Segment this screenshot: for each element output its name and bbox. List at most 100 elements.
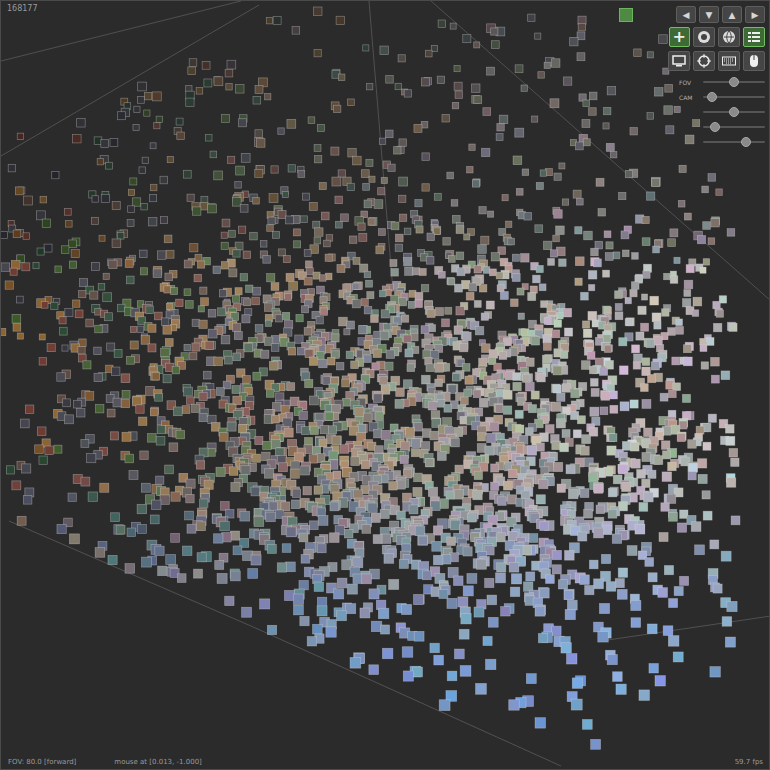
thumbnail[interactable] xyxy=(320,308,327,315)
thumbnail[interactable] xyxy=(176,430,185,439)
thumbnail[interactable] xyxy=(234,332,242,340)
thumbnail[interactable] xyxy=(291,461,300,470)
thumbnail[interactable] xyxy=(637,470,646,479)
thumbnail[interactable] xyxy=(395,234,403,242)
thumbnail[interactable] xyxy=(165,273,173,281)
thumbnail[interactable] xyxy=(606,242,613,249)
thumbnail[interactable] xyxy=(235,182,242,189)
thumbnail[interactable] xyxy=(366,280,373,287)
thumbnail[interactable] xyxy=(66,221,73,228)
thumbnail[interactable] xyxy=(146,306,154,314)
thumbnail[interactable] xyxy=(622,482,631,491)
thumbnail[interactable] xyxy=(222,219,230,227)
thumbnail[interactable] xyxy=(232,386,240,394)
thumbnail[interactable] xyxy=(321,212,329,220)
thumbnail[interactable] xyxy=(199,320,207,328)
thumbnail[interactable] xyxy=(233,250,240,257)
thumbnail[interactable] xyxy=(415,300,423,308)
thumbnail[interactable] xyxy=(55,266,62,273)
thumbnail[interactable] xyxy=(422,184,429,191)
thumbnail[interactable] xyxy=(668,239,676,247)
thumbnail[interactable] xyxy=(241,153,250,162)
thumbnail[interactable] xyxy=(331,334,339,342)
thumbnail[interactable] xyxy=(314,145,321,152)
thumbnail[interactable] xyxy=(24,196,33,205)
thumbnail[interactable] xyxy=(127,220,134,227)
thumbnail[interactable] xyxy=(482,148,490,156)
thumbnail[interactable] xyxy=(381,430,390,439)
thumbnail[interactable] xyxy=(575,142,583,150)
thumbnail[interactable] xyxy=(325,254,332,261)
thumbnail[interactable] xyxy=(644,428,653,437)
thumbnail[interactable] xyxy=(271,283,279,291)
thumbnail[interactable] xyxy=(96,404,104,412)
thumbnail[interactable] xyxy=(193,207,201,215)
thumbnail[interactable] xyxy=(78,347,85,354)
thumbnail[interactable] xyxy=(363,183,370,190)
thumbnail[interactable] xyxy=(422,153,430,161)
thumbnail[interactable] xyxy=(79,290,86,297)
thumbnail[interactable] xyxy=(221,232,227,238)
thumbnail[interactable] xyxy=(22,464,31,473)
thumbnail[interactable] xyxy=(516,188,523,195)
thumbnail[interactable] xyxy=(253,96,261,104)
thumbnail[interactable] xyxy=(351,457,360,466)
thumbnail[interactable] xyxy=(674,106,680,112)
thumbnail[interactable] xyxy=(404,90,411,97)
thumbnail[interactable] xyxy=(489,349,498,358)
thumbnail[interactable] xyxy=(256,139,265,148)
thumbnail[interactable] xyxy=(599,367,607,375)
thumbnail[interactable] xyxy=(672,357,680,365)
thumbnail[interactable] xyxy=(415,199,422,206)
thumbnail[interactable] xyxy=(496,390,504,398)
thumbnail[interactable] xyxy=(208,309,216,317)
thumbnail[interactable] xyxy=(342,398,350,406)
thumbnail[interactable] xyxy=(454,284,462,292)
thumbnail[interactable] xyxy=(141,336,150,345)
thumbnail[interactable] xyxy=(394,147,401,154)
thumbnail[interactable] xyxy=(701,362,708,369)
thumbnail[interactable] xyxy=(662,451,670,459)
thumbnail[interactable] xyxy=(564,328,572,336)
thumbnail[interactable] xyxy=(83,361,91,369)
thumbnail[interactable] xyxy=(550,99,559,108)
thumbnail[interactable] xyxy=(553,235,560,242)
thumbnail[interactable] xyxy=(134,106,140,112)
thumbnail[interactable] xyxy=(376,246,384,254)
thumbnail[interactable] xyxy=(206,135,212,141)
thumbnail[interactable] xyxy=(278,128,284,134)
thumbnail[interactable] xyxy=(372,363,379,370)
thumbnail[interactable] xyxy=(459,343,467,351)
thumbnail[interactable] xyxy=(386,350,394,358)
thumbnail[interactable] xyxy=(184,387,193,396)
thumbnail[interactable] xyxy=(388,164,395,171)
thumbnail[interactable] xyxy=(154,312,162,320)
thumbnail[interactable] xyxy=(140,268,147,275)
thumbnail[interactable] xyxy=(189,59,197,67)
thumbnail[interactable] xyxy=(630,290,637,297)
thumbnail[interactable] xyxy=(161,318,168,325)
thumbnail[interactable] xyxy=(419,268,426,275)
thumbnail[interactable] xyxy=(81,439,89,447)
thumbnail[interactable] xyxy=(122,432,131,441)
thumbnail[interactable] xyxy=(566,465,575,474)
thumbnail[interactable] xyxy=(532,116,538,122)
thumbnail[interactable] xyxy=(226,84,232,90)
thumbnail[interactable] xyxy=(37,248,44,255)
thumbnail[interactable] xyxy=(619,338,627,346)
thumbnail[interactable] xyxy=(33,263,39,269)
thumbnail[interactable] xyxy=(683,357,692,366)
thumbnail[interactable] xyxy=(150,184,156,190)
thumbnail[interactable] xyxy=(633,362,640,369)
thumbnail[interactable] xyxy=(428,487,437,496)
thumbnail[interactable] xyxy=(77,119,86,128)
thumbnail[interactable] xyxy=(692,310,699,317)
thumbnail[interactable] xyxy=(686,265,694,273)
thumbnail[interactable] xyxy=(163,326,172,335)
thumbnail[interactable] xyxy=(491,253,499,261)
thumbnail[interactable] xyxy=(385,362,393,370)
thumbnail[interactable] xyxy=(351,361,359,369)
thumbnail[interactable] xyxy=(36,211,45,220)
thumbnail[interactable] xyxy=(110,432,118,440)
thumbnail[interactable] xyxy=(374,200,383,209)
